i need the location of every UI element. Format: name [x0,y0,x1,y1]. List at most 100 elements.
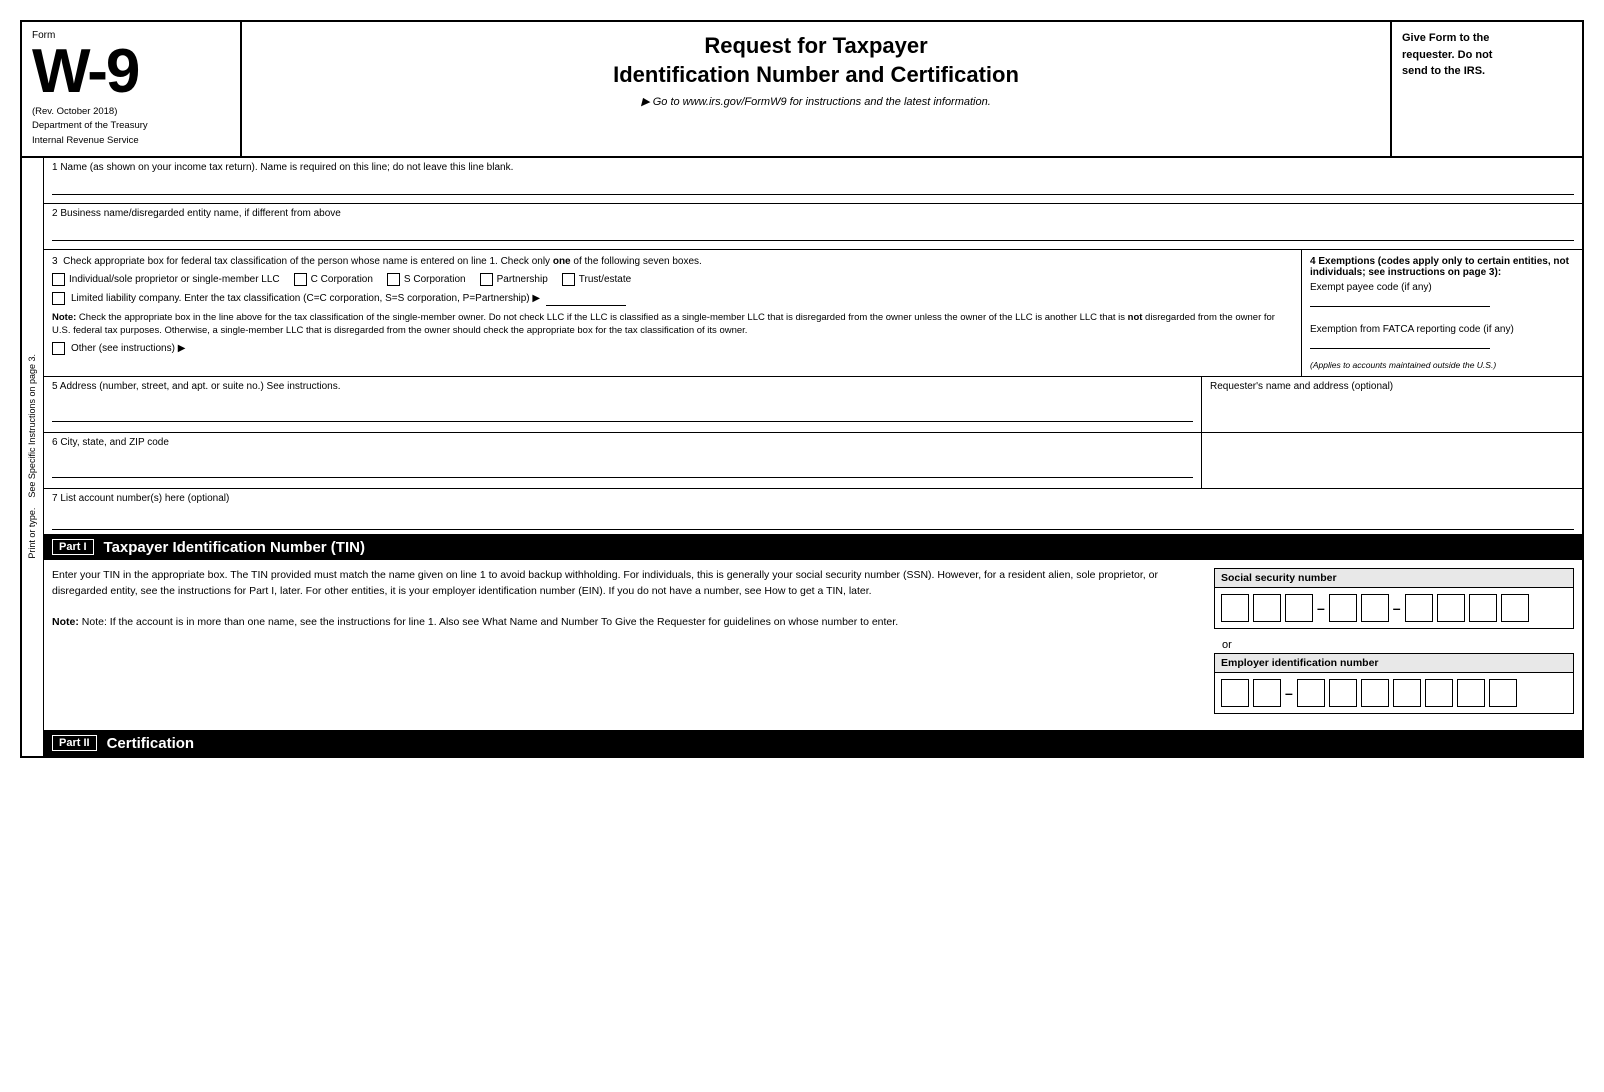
checkbox-individual: Individual/sole proprietor or single-mem… [52,273,280,286]
checkbox-c-corp: C Corporation [294,273,373,286]
form-number: W-9 [32,37,138,106]
field-5-label: 5 Address (number, street, and apt. or s… [52,381,1193,392]
ein-box-1[interactable] [1221,679,1249,707]
checkbox-partnership-box[interactable] [480,273,493,286]
ein-box-7[interactable] [1425,679,1453,707]
side-label-text: Print or type. See Specific Instructions… [27,354,38,559]
ssn-box-2[interactable] [1253,594,1281,622]
form-subtitle: (Rev. October 2018) [32,106,117,117]
ssn-box-4[interactable] [1329,594,1357,622]
field-6-input[interactable] [52,460,1193,478]
field-2-label: 2 Business name/disregarded entity name,… [52,208,1574,219]
part1-header: Part I Taxpayer Identification Number (T… [44,535,1582,560]
ssn-box-6[interactable] [1405,594,1433,622]
w9-form: Form W-9 (Rev. October 2018) Department … [20,20,1584,758]
field-2-row: 2 Business name/disregarded entity name,… [44,204,1582,250]
fatca-label: Exemption from FATCA reporting code (if … [1310,324,1514,335]
field-7-input[interactable] [52,512,1574,530]
field-7-row: 7 List account number(s) here (optional) [44,489,1582,535]
ein-box-2[interactable] [1253,679,1281,707]
form-body: Print or type. See Specific Instructions… [22,158,1582,756]
or-text: or [1214,637,1574,653]
ssn-boxes-row: – – [1215,588,1573,628]
checkbox-llc-box[interactable] [52,292,65,305]
checkbox-s-corp-box[interactable] [387,273,400,286]
field-1-row: 1 Name (as shown on your income tax retu… [44,158,1582,204]
field-5-block: 5 Address (number, street, and apt. or s… [44,377,1202,432]
other-label: Other (see instructions) ▶ [71,343,185,354]
ssn-box-1[interactable] [1221,594,1249,622]
part2-header: Part II Certification [44,731,1582,756]
fatca-input[interactable] [1310,335,1490,349]
ein-box-6[interactable] [1393,679,1421,707]
checkbox-c-corp-box[interactable] [294,273,307,286]
ein-boxes-row: – [1215,673,1573,713]
part1-body: Enter your TIN in the appropriate box. T… [44,560,1582,731]
ssn-box-9[interactable] [1501,594,1529,622]
exempt-payee-field: Exempt payee code (if any) [1310,282,1574,310]
ein-box-5[interactable] [1361,679,1389,707]
form-subtitle-block: (Rev. October 2018) Department of the Tr… [32,105,230,148]
requester-address-area [1202,433,1582,488]
section-3-4: 3 Check appropriate box for federal tax … [44,250,1582,377]
ein-box-9[interactable] [1489,679,1517,707]
part1-body-text: Enter your TIN in the appropriate box. T… [52,568,1194,600]
ssn-box-7[interactable] [1437,594,1465,622]
fatca-note: (Applies to accounts maintained outside … [1310,360,1574,370]
field-4-header: 4 Exemptions (codes apply only to certai… [1310,256,1574,278]
checkbox-other-box[interactable] [52,342,65,355]
exempt-payee-label: Exempt payee code (if any) [1310,282,1432,293]
dept-line1: Department of the Treasury [32,120,148,131]
checkbox-trust-label: Trust/estate [579,274,631,285]
field-3-label: 3 Check appropriate box for federal tax … [52,256,1293,267]
ssn-label: Social security number [1215,569,1573,588]
field-1-input[interactable] [52,177,1574,195]
ein-box-8[interactable] [1457,679,1485,707]
field-7-label: 7 List account number(s) here (optional) [52,493,229,504]
checkbox-partnership-label: Partnership [497,274,548,285]
checkbox-c-corp-label: C Corporation [311,274,373,285]
form-title: Request for Taxpayer Identification Numb… [262,32,1370,89]
address-row: 5 Address (number, street, and apt. or s… [44,377,1582,433]
field-6-block: 6 City, state, and ZIP code [44,433,1202,488]
part2-tag: Part II [52,735,97,751]
ein-dash-1: – [1285,685,1293,701]
part1-note-text: Note: Note: If the account is in more th… [52,615,1194,631]
part1-text: Enter your TIN in the appropriate box. T… [52,568,1194,722]
ein-label: Employer identification number [1215,654,1573,673]
goto-text: ▶ Go to www.irs.gov/FormW9 for instructi… [262,95,1370,108]
tin-boxes: Social security number – – [1214,568,1574,722]
ein-box-3[interactable] [1297,679,1325,707]
header-right: Give Form to the requester. Do not send … [1392,22,1582,156]
section-4: 4 Exemptions (codes apply only to certai… [1302,250,1582,376]
note-section: Note: Check the appropriate box in the l… [52,311,1293,338]
field-5-input[interactable] [52,404,1193,422]
checkbox-individual-label: Individual/sole proprietor or single-mem… [69,274,280,285]
ssn-section: Social security number – – [1214,568,1574,629]
ssn-dash-1: – [1317,600,1325,616]
ssn-box-5[interactable] [1361,594,1389,622]
checkbox-trust-box[interactable] [562,273,575,286]
fatca-field: Exemption from FATCA reporting code (if … [1310,324,1574,352]
ein-section: Employer identification number – [1214,653,1574,714]
llc-input[interactable] [546,292,626,306]
header-left: Form W-9 (Rev. October 2018) Department … [22,22,242,156]
field-2-input[interactable] [52,223,1574,241]
checkbox-s-corp: S Corporation [387,273,466,286]
ssn-box-3[interactable] [1285,594,1313,622]
ein-box-4[interactable] [1329,679,1357,707]
part1-title: Taxpayer Identification Number (TIN) [104,539,365,556]
llc-row: Limited liability company. Enter the tax… [52,292,1293,306]
ssn-dash-2: – [1393,600,1401,616]
checkbox-partnership: Partnership [480,273,548,286]
other-row: Other (see instructions) ▶ [52,342,1293,355]
ssn-box-8[interactable] [1469,594,1497,622]
checkboxes-row: Individual/sole proprietor or single-mem… [52,273,1293,286]
field-6-label: 6 City, state, and ZIP code [52,437,1193,448]
dept-line2: Internal Revenue Service [32,135,139,146]
llc-label: Limited liability company. Enter the tax… [71,293,540,304]
requester-block: Requester's name and address (optional) [1202,377,1582,432]
exempt-payee-input[interactable] [1310,293,1490,307]
checkbox-individual-box[interactable] [52,273,65,286]
part1-tag: Part I [52,539,94,555]
